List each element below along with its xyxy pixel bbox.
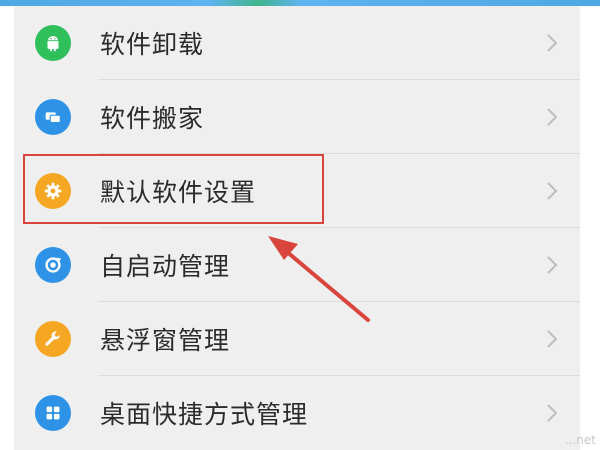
- menu-item-label: 软件卸载: [100, 30, 205, 59]
- chevron-right-icon: [543, 31, 561, 55]
- highlight-box: [23, 154, 324, 224]
- wrench-icon: [35, 321, 71, 357]
- chevron-right-icon: [543, 253, 561, 277]
- grid-icon: [35, 395, 71, 431]
- menu-item-label: 悬浮窗管理: [100, 326, 231, 355]
- chevron-right-icon: [543, 401, 561, 425]
- chevron-right-icon: [543, 179, 561, 203]
- menu-item-move-apps[interactable]: 软件搬家: [14, 80, 580, 154]
- menu-item-label: 自启动管理: [100, 252, 231, 281]
- autostart-icon: [35, 247, 71, 283]
- menu-item-shortcuts[interactable]: 桌面快捷方式管理: [14, 376, 580, 450]
- menu-item-uninstall[interactable]: 软件卸载: [14, 6, 580, 80]
- menu-item-label: 软件搬家: [100, 104, 205, 133]
- android-icon: [35, 25, 71, 61]
- chevron-right-icon: [543, 327, 561, 351]
- move-apps-icon: [35, 99, 71, 135]
- menu-item-label: 桌面快捷方式管理: [100, 400, 309, 429]
- annotation-arrow-icon: [268, 236, 370, 322]
- chevron-right-icon: [543, 105, 561, 129]
- watermark: ...net: [564, 433, 596, 447]
